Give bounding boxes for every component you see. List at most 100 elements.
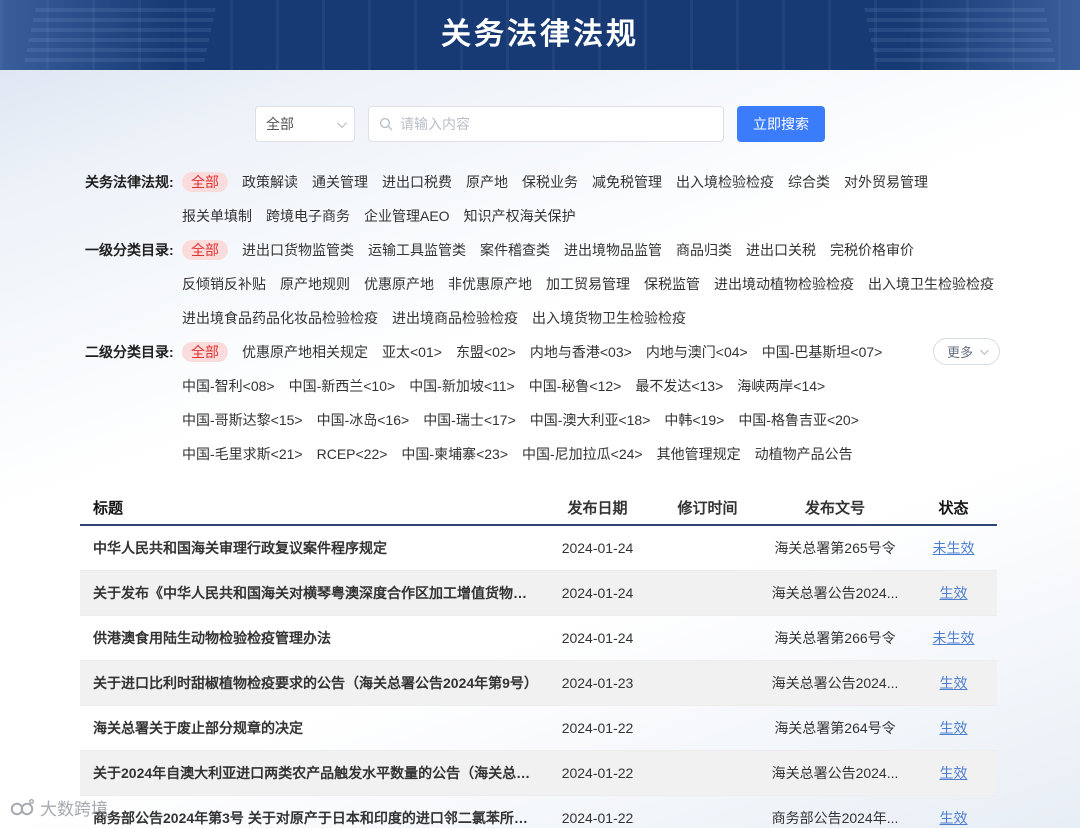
filter-tag[interactable]: 最不发达<13> [635, 376, 723, 396]
filter-tag[interactable]: 企业管理AEO [364, 206, 450, 226]
filter-tag[interactable]: 亚太<01> [382, 342, 442, 362]
row-status-link[interactable]: 生效 [940, 720, 968, 736]
row-status-link[interactable]: 生效 [940, 765, 968, 781]
page-header: 关务法律法规 [0, 0, 1080, 70]
chevron-down-icon [336, 117, 347, 128]
filter-tag[interactable]: 优惠原产地相关规定 [242, 342, 368, 362]
filter-tag[interactable]: 跨境电子商务 [266, 206, 350, 226]
filter-tag[interactable]: 全部 [182, 342, 228, 362]
search-bar: 全部 立即搜索 [0, 106, 1080, 142]
filter-tag[interactable]: 非优惠原产地 [448, 274, 532, 294]
filter-tag[interactable]: 反倾销反补贴 [182, 274, 266, 294]
filter-tag[interactable]: 加工贸易管理 [546, 274, 630, 294]
filter-tag[interactable]: 中国-冰岛<16> [317, 410, 410, 430]
filter-tag[interactable]: 运输工具监管类 [368, 240, 466, 260]
filter-tag[interactable]: 原产地 [466, 172, 508, 192]
filter-tag[interactable]: 通关管理 [312, 172, 368, 192]
filter-tag[interactable]: 进出口税费 [382, 172, 452, 192]
filter-tag[interactable]: 中国-哥斯达黎<15> [182, 410, 303, 430]
row-doc-number: 海关总署第265号令 [774, 540, 896, 556]
more-button[interactable]: 更多 [932, 338, 1000, 365]
table-row[interactable]: 关于2024年自澳大利亚进口两类农产品触发水平数量的公告（海关总署公... 20… [80, 751, 997, 796]
row-title[interactable]: 中华人民共和国海关审理行政复议案件程序规定 [80, 538, 540, 558]
filter-tag[interactable]: 中国-瑞士<17> [423, 410, 516, 430]
filter-tag[interactable]: 进出口关税 [746, 240, 816, 260]
filter-tag[interactable]: 中国-秘鲁<12> [529, 376, 622, 396]
row-status-link[interactable]: 未生效 [933, 540, 975, 556]
filter-tag[interactable]: 完税价格审价 [830, 240, 914, 260]
category-select-value: 全部 [266, 116, 294, 132]
filter-label-level1: 一级分类目录: [85, 242, 174, 258]
filter-tag[interactable]: 报关单填制 [182, 206, 252, 226]
row-doc-number: 海关总署第264号令 [774, 720, 896, 736]
filter-tag[interactable]: 进出口货物监管类 [242, 240, 354, 260]
row-title[interactable]: 海关总署关于废止部分规章的决定 [80, 718, 540, 738]
table-row[interactable]: 中华人民共和国海关审理行政复议案件程序规定 2024-01-24 海关总署第26… [80, 526, 997, 571]
row-publish-date: 2024-01-23 [561, 675, 634, 691]
filter-tag[interactable]: 内地与香港<03> [530, 342, 632, 362]
row-publish-date: 2024-01-24 [561, 630, 634, 646]
filter-tag[interactable]: 保税业务 [522, 172, 578, 192]
filter-row-laws: 关务法律法规: 全部 政策解读 通关管理 进出口税费 原产地 保税业务 减免税管… [85, 172, 1000, 226]
filter-tag[interactable]: 中国-柬埔寨<23> [401, 444, 508, 464]
filter-tag[interactable]: 政策解读 [242, 172, 298, 192]
regulation-table: 标题 发布日期 修订时间 发布文号 状态 中华人民共和国海关审理行政复议案件程序… [80, 490, 997, 828]
filter-tag[interactable]: 中国-毛里求斯<21> [182, 444, 303, 464]
table-row[interactable]: 海关总署关于废止部分规章的决定 2024-01-22 海关总署第264号令 生效 [80, 706, 997, 751]
table-row[interactable]: 关于发布《中华人民共和国海关对横琴粤澳深度合作区加工增值货物内销... 2024… [80, 571, 997, 616]
filter-row-level1: 一级分类目录: 全部 进出口货物监管类 运输工具监管类 案件稽查类 进出境物品监… [85, 240, 1000, 328]
filter-tag[interactable]: 进出境商品检验检疫 [392, 308, 518, 328]
filter-tag[interactable]: 出入境检验检疫 [676, 172, 774, 192]
row-status-link[interactable]: 生效 [940, 675, 968, 691]
category-select[interactable]: 全部 [255, 106, 355, 142]
filter-tags-laws: 全部 政策解读 通关管理 进出口税费 原产地 保税业务 减免税管理 出入境检验检… [182, 172, 1000, 226]
filter-tag[interactable]: 对外贸易管理 [844, 172, 928, 192]
table-row[interactable]: 商务部公告2024年第3号 关于对原产于日本和印度的进口邻二氯苯所适用... 2… [80, 796, 997, 828]
row-doc-number: 商务部公告2024年... [771, 810, 899, 826]
filter-tag[interactable]: 进出境物品监管 [564, 240, 662, 260]
filter-label-laws: 关务法律法规: [85, 174, 174, 190]
filter-tag[interactable]: RCEP<22> [317, 444, 388, 464]
row-publish-date: 2024-01-24 [561, 540, 634, 556]
search-button[interactable]: 立即搜索 [737, 106, 825, 142]
filter-tag[interactable]: 综合类 [788, 172, 830, 192]
filter-tag[interactable]: 减免税管理 [592, 172, 662, 192]
row-title[interactable]: 供港澳食用陆生动物检验检疫管理办法 [80, 628, 540, 648]
filter-tag[interactable]: 中国-澳大利亚<18> [530, 410, 651, 430]
filter-tag[interactable]: 进出境动植物检验检疫 [714, 274, 854, 294]
filter-tag[interactable]: 优惠原产地 [364, 274, 434, 294]
filter-tag[interactable]: 中国-新西兰<10> [289, 376, 396, 396]
table-row[interactable]: 关于进口比利时甜椒植物检疫要求的公告（海关总署公告2024年第9号） 2024-… [80, 661, 997, 706]
filter-tag[interactable]: 动植物产品公告 [755, 444, 853, 464]
filter-tag[interactable]: 中国-新加坡<11> [409, 376, 515, 396]
row-status-link[interactable]: 生效 [940, 585, 968, 601]
filter-tag[interactable]: 海峡两岸<14> [737, 376, 825, 396]
row-title[interactable]: 关于2024年自澳大利亚进口两类农产品触发水平数量的公告（海关总署公... [80, 763, 540, 783]
row-status-link[interactable]: 生效 [940, 810, 968, 826]
filter-tag[interactable]: 中国-智利<08> [182, 376, 275, 396]
filter-tag[interactable]: 案件稽查类 [480, 240, 550, 260]
row-publish-date: 2024-01-22 [561, 720, 634, 736]
filter-tag[interactable]: 全部 [182, 240, 228, 260]
filter-tag[interactable]: 商品归类 [676, 240, 732, 260]
filter-tag[interactable]: 内地与澳门<04> [646, 342, 748, 362]
filter-tag[interactable]: 知识产权海关保护 [464, 206, 576, 226]
row-status-link[interactable]: 未生效 [933, 630, 975, 646]
table-row[interactable]: 供港澳食用陆生动物检验检疫管理办法 2024-01-24 海关总署第266号令 … [80, 616, 997, 661]
filter-tag[interactable]: 中国-格鲁吉亚<20> [738, 410, 859, 430]
filter-tag[interactable]: 其他管理规定 [657, 444, 741, 464]
filter-tag[interactable]: 中国-尼加拉瓜<24> [522, 444, 643, 464]
filter-tag[interactable]: 进出境食品药品化妆品检验检疫 [182, 308, 378, 328]
row-title[interactable]: 关于发布《中华人民共和国海关对横琴粤澳深度合作区加工增值货物内销... [80, 583, 540, 603]
row-title[interactable]: 关于进口比利时甜椒植物检疫要求的公告（海关总署公告2024年第9号） [80, 673, 540, 693]
search-input[interactable] [400, 116, 713, 132]
filter-tag[interactable]: 中国-巴基斯坦<07> [762, 342, 883, 362]
filter-tag[interactable]: 出入境卫生检验检疫 [868, 274, 994, 294]
filter-tag[interactable]: 原产地规则 [280, 274, 350, 294]
filter-tag[interactable]: 保税监管 [644, 274, 700, 294]
filter-tag[interactable]: 东盟<02> [456, 342, 516, 362]
row-title[interactable]: 商务部公告2024年第3号 关于对原产于日本和印度的进口邻二氯苯所适用... [80, 808, 540, 828]
filter-tag[interactable]: 中韩<19> [664, 410, 724, 430]
filter-tag[interactable]: 全部 [182, 172, 228, 192]
filter-tag[interactable]: 出入境货物卫生检验检疫 [532, 308, 686, 328]
